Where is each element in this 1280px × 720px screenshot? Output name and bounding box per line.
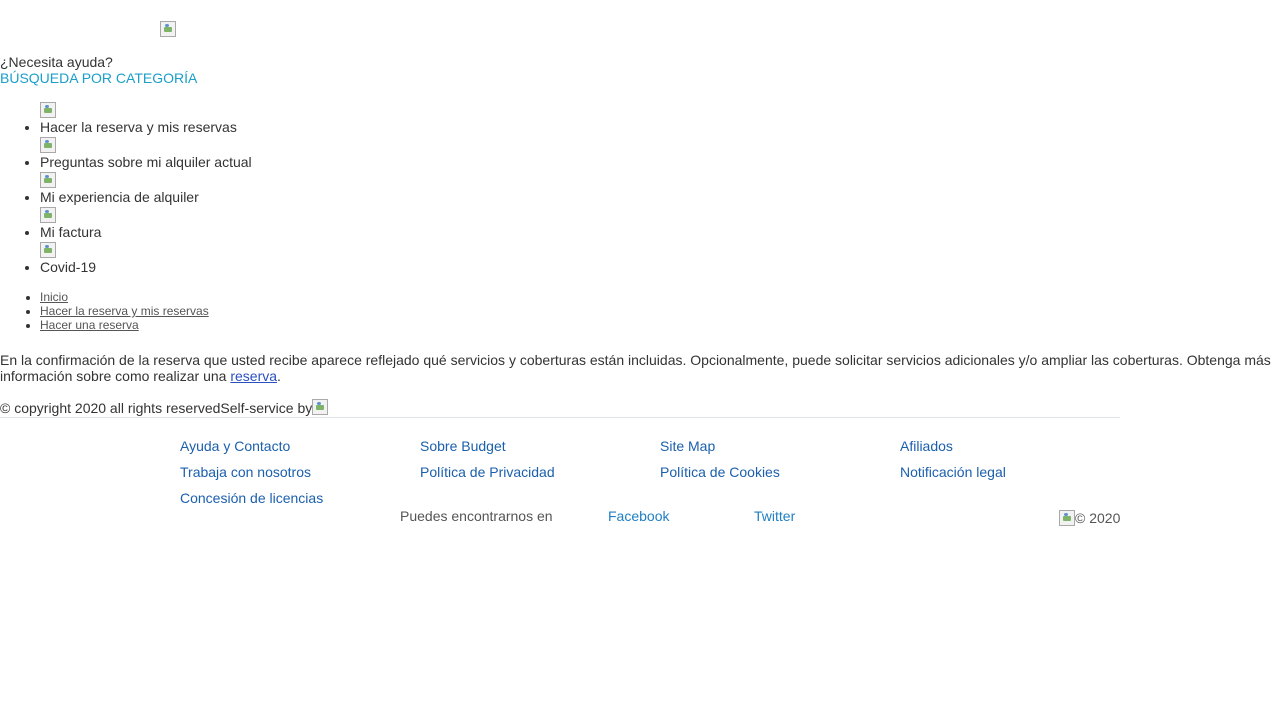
footer-link-legal-notice[interactable]: Notificación legal	[900, 464, 1006, 480]
broken-image-icon	[40, 242, 56, 258]
category-label[interactable]: Preguntas sobre mi alquiler actual	[40, 153, 252, 171]
breadcrumb-item: Hacer la reserva y mis reservas	[40, 304, 209, 318]
footer-link-cookie-policy[interactable]: Política de Cookies	[660, 464, 780, 480]
footer-link-privacy-policy[interactable]: Política de Privacidad	[420, 464, 555, 480]
breadcrumb: Inicio Hacer la reserva y mis reservas H…	[0, 290, 209, 332]
category-label[interactable]: Hacer la reserva y mis reservas	[40, 118, 252, 136]
breadcrumb-link-reservations[interactable]: Hacer la reserva y mis reservas	[40, 304, 209, 318]
footer-link-licensing[interactable]: Concesión de licencias	[180, 490, 323, 506]
category-item-covid[interactable]: Covid-19	[40, 242, 252, 277]
footer-link-about-budget[interactable]: Sobre Budget	[420, 438, 506, 454]
broken-image-icon	[40, 137, 56, 153]
category-label[interactable]: Mi factura	[40, 223, 252, 241]
broken-image-icon	[40, 207, 56, 223]
footer-divider	[0, 417, 1120, 418]
category-list: Hacer la reserva y mis reservas Pregunta…	[0, 102, 252, 277]
article-text: En la confirmación de la reserva que ust…	[0, 352, 1271, 384]
copyright-text: © copyright 2020 all rights reservedSelf…	[0, 400, 313, 416]
category-label[interactable]: Covid-19	[40, 258, 252, 276]
reservation-link[interactable]: reserva	[230, 368, 277, 384]
footer-copyright: © 2020	[1059, 510, 1120, 526]
social-label: Puedes encontrarnos en	[400, 508, 553, 524]
broken-image-icon	[40, 102, 56, 118]
footer-link-careers[interactable]: Trabaja con nosotros	[180, 464, 311, 480]
breadcrumb-item: Inicio	[40, 290, 209, 304]
footer-link-site-map[interactable]: Site Map	[660, 438, 715, 454]
help-heading: ¿Necesita ayuda?	[0, 54, 113, 70]
copyright-line: © copyright 2020 all rights reservedSelf…	[0, 398, 329, 418]
breadcrumb-item: Hacer una reserva	[40, 318, 209, 332]
category-item-current-rental[interactable]: Preguntas sobre mi alquiler actual	[40, 137, 252, 172]
brand-logo-icon	[1059, 510, 1075, 526]
breadcrumb-link-home[interactable]: Inicio	[40, 290, 68, 304]
budget-logo-image[interactable]	[160, 21, 176, 37]
category-label[interactable]: Mi experiencia de alquiler	[40, 188, 252, 206]
category-item-reservations[interactable]: Hacer la reserva y mis reservas	[40, 102, 252, 137]
breadcrumb-link-make-reservation[interactable]: Hacer una reserva	[40, 318, 139, 332]
footer-link-help-contact[interactable]: Ayuda y Contacto	[180, 438, 290, 454]
category-search-title: BÚSQUEDA POR CATEGORÍA	[0, 70, 198, 86]
category-item-invoice[interactable]: Mi factura	[40, 207, 252, 242]
article-end: .	[277, 368, 281, 384]
footer-copyright-text: © 2020	[1075, 510, 1121, 526]
footer-link-affiliates[interactable]: Afiliados	[900, 438, 953, 454]
twitter-link[interactable]: Twitter	[754, 508, 795, 524]
broken-image-icon	[40, 172, 56, 188]
category-item-rental-experience[interactable]: Mi experiencia de alquiler	[40, 172, 252, 207]
self-service-logo-icon	[312, 399, 329, 415]
facebook-link[interactable]: Facebook	[608, 508, 669, 524]
article-body: En la confirmación de la reserva que ust…	[0, 352, 1280, 384]
